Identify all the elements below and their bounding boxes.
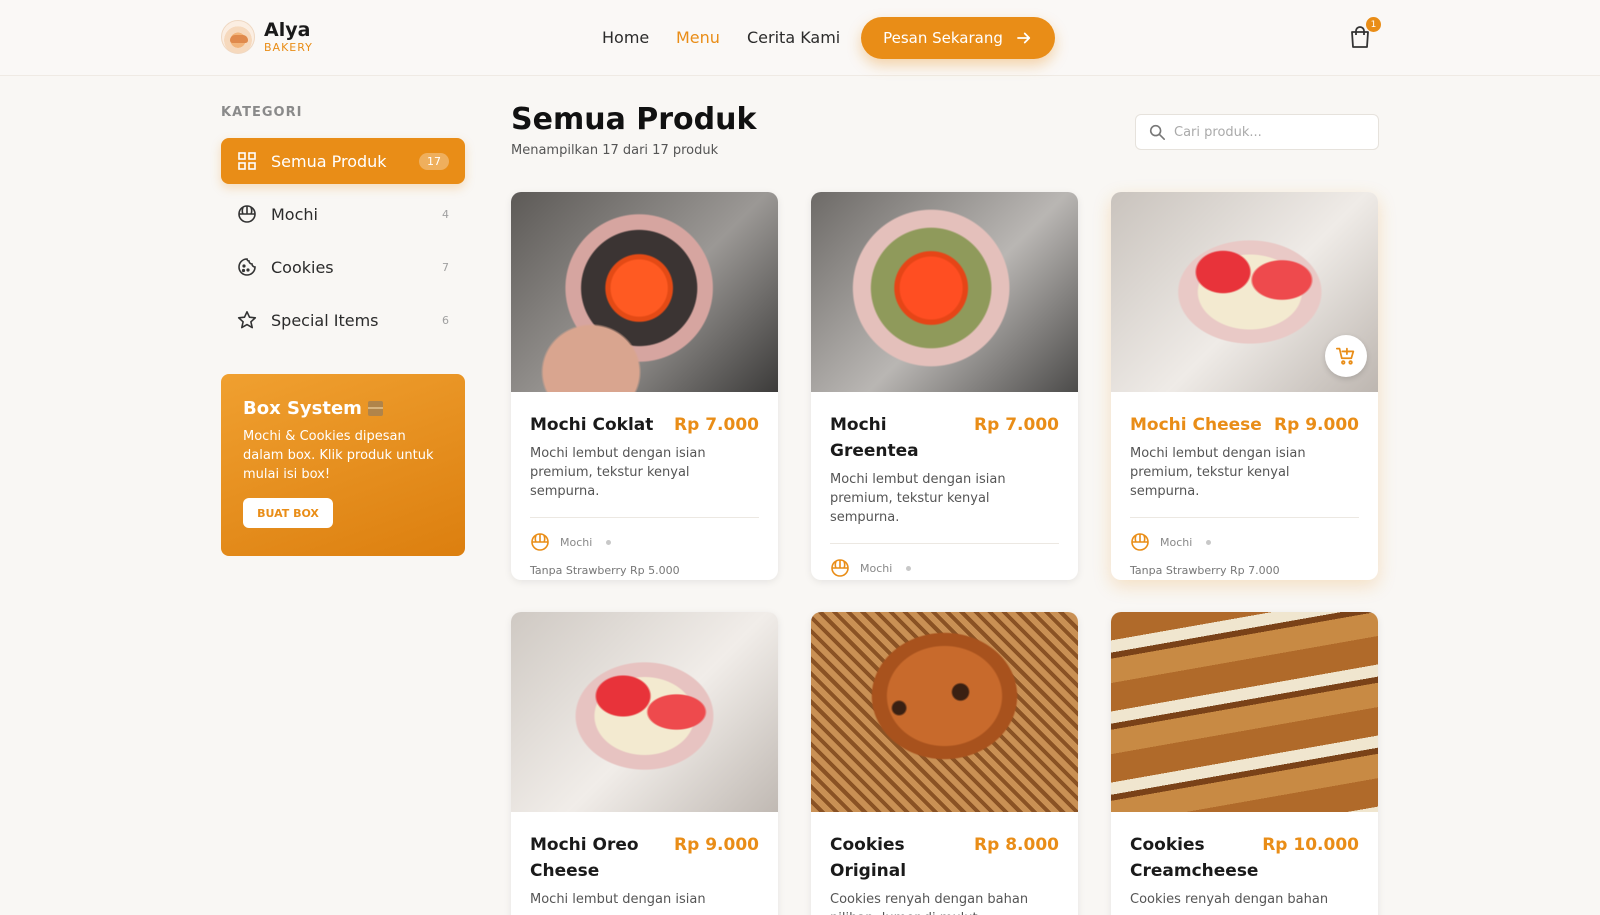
category-label: Cookies: [271, 257, 334, 277]
nav-menu[interactable]: Menu: [676, 28, 720, 47]
top-navbar: Alya BAKERY Home Menu Cerita Kami Pesan …: [0, 0, 1600, 76]
product-category: Mochi: [860, 561, 893, 575]
search-input[interactable]: [1174, 124, 1364, 140]
brand-logo[interactable]: Alya BAKERY: [221, 20, 313, 54]
product-description: Mochi lembut dengan isian premium, tekst…: [830, 472, 1006, 525]
add-cart-icon: [1335, 347, 1355, 365]
product-name: Cookies Original: [830, 835, 907, 881]
page-title: Semua Produk: [511, 102, 757, 137]
product-price: Rp 7.000: [674, 415, 759, 435]
product-price: Rp 9.000: [1274, 415, 1359, 435]
arrow-right-icon: [1016, 32, 1031, 44]
mochi-icon: [1131, 533, 1149, 551]
category-label: Special Items: [271, 310, 379, 330]
mochi-icon: [531, 533, 549, 551]
product-description: Mochi lembut dengan isian premium, tekst…: [1130, 446, 1306, 499]
product-card[interactable]: Cookies Original Rp 8.000 Cookies renyah…: [811, 612, 1078, 915]
mochi-icon: [238, 205, 256, 223]
box-system-card: Box System Mochi & Cookies dipesan dalam…: [221, 374, 465, 556]
category-mochi[interactable]: Mochi 4: [221, 191, 465, 237]
order-now-label: Pesan Sekarang: [883, 29, 1003, 47]
product-description: Cookies renyah dengan bahan: [1130, 892, 1329, 907]
product-image: [811, 192, 1078, 392]
product-price: Rp 7.000: [974, 415, 1059, 435]
star-icon: [237, 311, 257, 329]
category-label: Semua Produk: [271, 151, 387, 171]
separator-dot: [1206, 539, 1212, 545]
add-to-cart-button[interactable]: [1325, 335, 1367, 377]
brand-name: Alya: [264, 19, 311, 41]
category-semua-produk[interactable]: Semua Produk 17: [221, 138, 465, 184]
product-image: [511, 192, 778, 392]
cart-count-badge: 1: [1366, 17, 1381, 32]
separator-dot: [606, 539, 612, 545]
product-image: [1111, 612, 1378, 812]
bakery-logo-icon: [221, 20, 255, 54]
box-system-description: Mochi & Cookies dipesan dalam box. Klik …: [243, 429, 434, 482]
create-box-button[interactable]: BUAT BOX: [243, 498, 333, 528]
product-variant: Tanpa Strawberry Rp 5.000: [530, 564, 680, 577]
category-special-items[interactable]: Special Items 6: [221, 297, 465, 343]
product-image: [811, 612, 1078, 812]
brand-subtitle: BAKERY: [264, 41, 313, 54]
mochi-icon: [831, 559, 849, 577]
order-now-button[interactable]: Pesan Sekarang: [861, 17, 1055, 59]
box-title-text: Box System: [243, 398, 362, 419]
nav-cerita-kami[interactable]: Cerita Kami: [747, 28, 840, 47]
category-label: Mochi: [271, 204, 318, 224]
product-description: Mochi lembut dengan isian premium, tekst…: [530, 446, 706, 499]
category-count: 6: [442, 313, 449, 327]
package-icon: [367, 401, 383, 416]
product-image: [1111, 192, 1378, 392]
category-count: 17: [419, 152, 449, 170]
product-name: Cookies Creamcheese: [1130, 835, 1259, 881]
category-heading: KATEGORI: [221, 105, 303, 120]
cookie-icon: [238, 258, 256, 276]
product-count-text: Menampilkan 17 dari 17 produk: [511, 143, 719, 158]
product-description: Cookies renyah dengan bahan pilihan, lum…: [830, 892, 1029, 915]
card-divider: [530, 517, 759, 518]
product-price: Rp 9.000: [674, 835, 759, 855]
product-card[interactable]: Mochi Cheese Rp 9.000 Mochi lembut denga…: [1111, 192, 1378, 580]
product-name: Mochi Greentea: [830, 415, 919, 461]
product-card[interactable]: Mochi Oreo Cheese Rp 9.000 Mochi lembut …: [511, 612, 778, 915]
product-category: Mochi: [1160, 535, 1193, 549]
product-category: Mochi: [560, 535, 593, 549]
search-box: [1135, 114, 1379, 150]
box-system-title: Box System: [243, 398, 443, 419]
product-card[interactable]: Cookies Creamcheese Rp 10.000 Cookies re…: [1111, 612, 1378, 915]
category-cookies[interactable]: Cookies 7: [221, 244, 465, 290]
product-price: Rp 8.000: [974, 835, 1059, 855]
product-image: [511, 612, 778, 812]
product-name: Mochi Oreo Cheese: [530, 835, 639, 881]
product-card[interactable]: Mochi Coklat Rp 7.000 Mochi lembut denga…: [511, 192, 778, 580]
product-card[interactable]: Mochi Greentea Rp 7.000 Mochi lembut den…: [811, 192, 1078, 580]
grid-icon: [238, 152, 256, 170]
separator-dot: [906, 565, 912, 571]
category-count: 4: [442, 207, 449, 221]
product-name: Mochi Coklat: [530, 415, 654, 435]
product-name: Mochi Cheese: [1130, 415, 1262, 435]
search-icon: [1149, 124, 1166, 141]
category-count: 7: [442, 260, 449, 274]
product-price: Rp 10.000: [1262, 835, 1359, 855]
product-description: Mochi lembut dengan isian: [530, 892, 706, 907]
card-divider: [830, 543, 1059, 544]
card-divider: [1130, 517, 1359, 518]
nav-home[interactable]: Home: [602, 28, 649, 47]
product-variant: Tanpa Strawberry Rp 7.000: [1130, 564, 1280, 577]
